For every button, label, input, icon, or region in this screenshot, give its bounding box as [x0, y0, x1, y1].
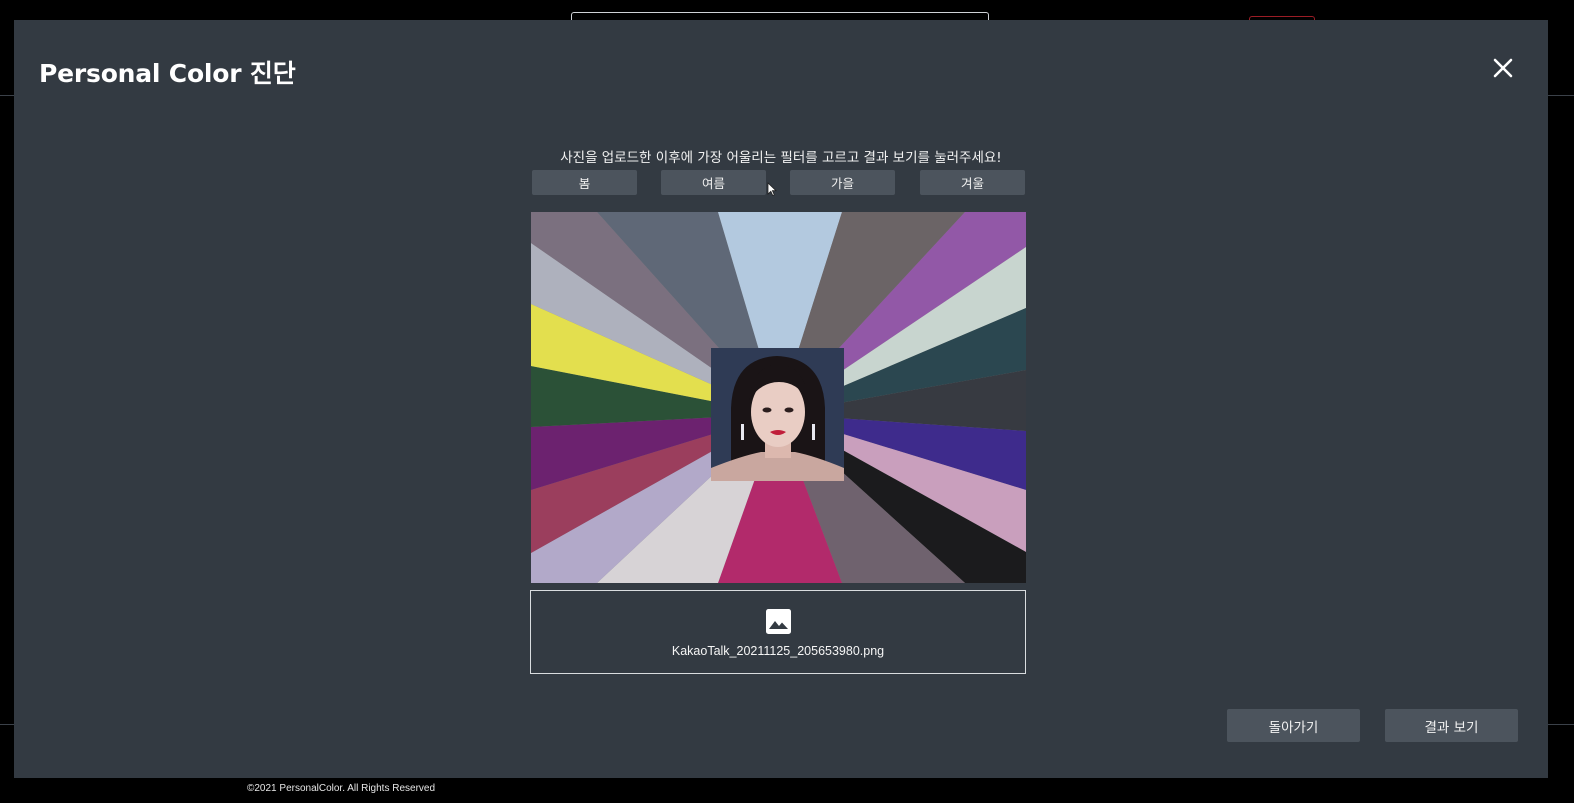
back-button[interactable]: 돌아가기 — [1227, 709, 1360, 742]
background-divider — [1548, 724, 1574, 725]
close-button[interactable] — [1489, 54, 1517, 82]
view-result-button[interactable]: 결과 보기 — [1385, 709, 1518, 742]
footer-copyright: ©2021 PersonalColor. All Rights Reserved — [247, 783, 436, 794]
season-button-autumn[interactable]: 가을 — [790, 170, 895, 195]
close-icon — [1493, 58, 1513, 78]
image-icon — [766, 609, 791, 634]
uploaded-file-name: KakaoTalk_20211125_205653980.png — [671, 644, 885, 658]
uploaded-photo — [711, 348, 844, 481]
season-button-winter[interactable]: 겨울 — [920, 170, 1025, 195]
season-button-spring[interactable]: 봄 — [532, 170, 637, 195]
filter-preview — [531, 212, 1026, 583]
background-divider — [0, 95, 14, 96]
modal-title: Personal Color 진단 — [39, 59, 296, 88]
file-upload-area[interactable]: KakaoTalk_20211125_205653980.png — [530, 590, 1026, 674]
season-button-summer[interactable]: 여름 — [661, 170, 766, 195]
mouse-cursor-icon — [767, 182, 777, 196]
personal-color-modal: Personal Color 진단 사진을 업로드한 이후에 가장 어울리는 필… — [14, 20, 1548, 778]
background-divider — [1548, 95, 1574, 96]
background-divider — [0, 724, 14, 725]
instruction-text: 사진을 업로드한 이후에 가장 어울리는 필터를 고르고 결과 보기를 눌러주세… — [560, 150, 1002, 166]
